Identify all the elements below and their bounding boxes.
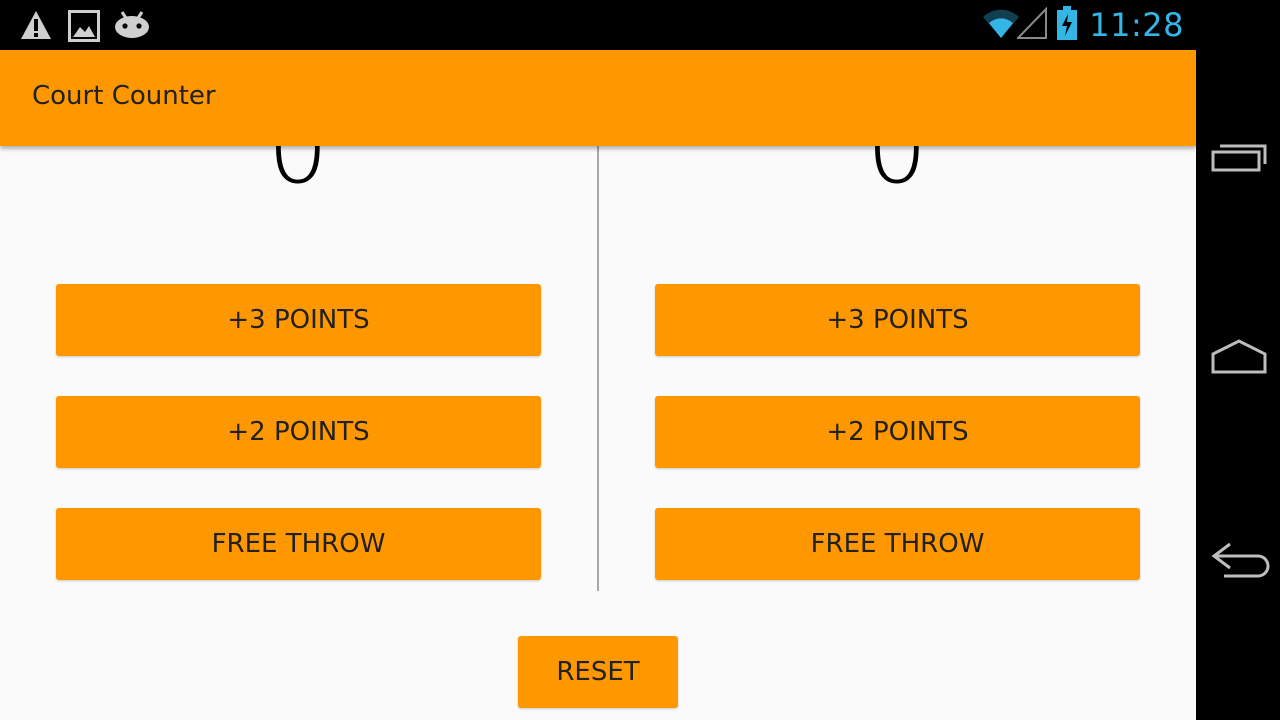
status-bar: 11:28 <box>0 0 1196 50</box>
status-time: 11:28 <box>1089 6 1184 44</box>
team-a-score: 0 <box>267 146 329 205</box>
recent-apps-icon[interactable] <box>1210 140 1268 180</box>
android-icon <box>114 10 150 44</box>
team-b-free-throw-button[interactable]: FREE THROW <box>655 508 1140 580</box>
image-icon <box>68 10 100 46</box>
navigation-bar <box>1196 0 1280 720</box>
team-a-two-points-button[interactable]: +2 POINTS <box>56 396 541 468</box>
app-title: Court Counter <box>32 81 216 111</box>
home-icon[interactable] <box>1210 338 1268 380</box>
reset-button[interactable]: RESET <box>518 636 678 708</box>
team-divider <box>597 146 599 591</box>
team-a-free-throw-button[interactable]: FREE THROW <box>56 508 541 580</box>
team-b-two-points-button[interactable]: +2 POINTS <box>655 396 1140 468</box>
warning-icon <box>20 10 52 44</box>
wifi-icon <box>981 7 1021 43</box>
team-b-three-points-button[interactable]: +3 POINTS <box>655 284 1140 356</box>
app-bar: Court Counter <box>0 50 1196 146</box>
team-a-three-points-button[interactable]: +3 POINTS <box>56 284 541 356</box>
battery-charging-icon <box>1057 6 1078 44</box>
signal-icon <box>1015 6 1048 43</box>
back-icon[interactable] <box>1210 536 1272 584</box>
team-b-score: 0 <box>866 146 928 205</box>
main-content: 0 0 +3 POINTS +2 POINTS FREE THROW +3 PO… <box>0 146 1196 720</box>
status-right-group: 11:28 <box>981 0 1184 50</box>
